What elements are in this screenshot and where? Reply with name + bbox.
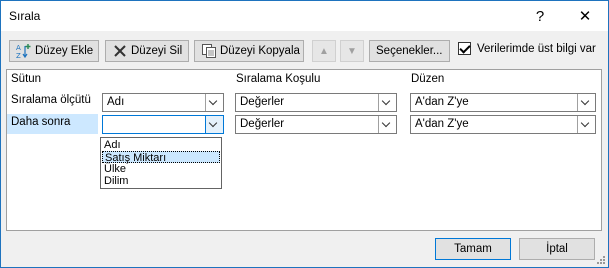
- toolbar: A Z Düzey Ekle Düzeyi Sil Düzeyi Kopyala…: [1, 40, 608, 64]
- ok-button[interactable]: Tamam: [435, 238, 511, 260]
- has-headers-checkbox[interactable]: [458, 42, 471, 55]
- then-by-order-select[interactable]: A'dan Z'ye: [410, 115, 596, 134]
- options-label: Seçenekler...: [376, 45, 443, 57]
- copy-level-icon: [201, 43, 217, 59]
- add-level-label: Düzey Ekle: [35, 45, 94, 57]
- dropdown-option[interactable]: Adı: [102, 139, 220, 151]
- then-by-label: Daha sonra: [11, 116, 71, 128]
- svg-text:A: A: [16, 44, 21, 52]
- cancel-button[interactable]: İptal: [519, 238, 595, 260]
- title-bar: Sırala ? ✕: [1, 1, 608, 31]
- sort-by-label: Sıralama ölçütü: [11, 94, 91, 106]
- add-level-icon: A Z: [16, 43, 32, 60]
- add-level-button[interactable]: A Z Düzey Ekle: [9, 40, 99, 62]
- sort-by-order-select[interactable]: A'dan Z'ye: [410, 93, 596, 112]
- dropdown-option[interactable]: Ülke: [102, 163, 220, 175]
- column-dropdown-list: Adı Satış Miktarı Ülke Dilim: [100, 137, 222, 189]
- sort-by-column-select[interactable]: Adı: [102, 93, 224, 112]
- chevron-down-icon[interactable]: [577, 116, 595, 133]
- dialog-title: Sırala: [9, 9, 41, 23]
- sort-by-order-value: A'dan Z'ye: [415, 96, 469, 108]
- help-button[interactable]: ?: [517, 1, 563, 31]
- sort-by-sorton-select[interactable]: Değerler: [235, 93, 397, 112]
- sort-by-column-value: Adı: [107, 96, 125, 108]
- arrow-up-icon: ▲: [319, 45, 329, 57]
- then-by-sorton-value: Değerler: [240, 118, 285, 130]
- chevron-down-icon[interactable]: [205, 94, 223, 111]
- sort-on-header: Sıralama Koşulu: [236, 73, 321, 85]
- delete-level-label: Düzeyi Sil: [131, 45, 183, 57]
- options-button[interactable]: Seçenekler...: [369, 40, 450, 62]
- has-headers-option[interactable]: Verilerimde üst bilgi var: [458, 42, 596, 55]
- resize-grip-icon[interactable]: [596, 255, 606, 265]
- move-down-button[interactable]: ▼: [340, 40, 364, 62]
- then-by-column-select[interactable]: [102, 115, 224, 134]
- chevron-down-icon[interactable]: [378, 94, 396, 111]
- close-button[interactable]: ✕: [562, 1, 608, 31]
- chevron-down-icon[interactable]: [205, 116, 223, 133]
- has-headers-label: Verilerimde üst bilgi var: [477, 42, 596, 55]
- copy-level-label: Düzeyi Kopyala: [220, 45, 300, 57]
- sort-dialog: Sırala ? ✕ A Z Düzey Ekle Düzeyi Sil Düz…: [0, 0, 609, 268]
- dropdown-option[interactable]: Dilim: [102, 175, 220, 187]
- chevron-down-icon[interactable]: [378, 116, 396, 133]
- sort-levels-grid: Sütun Sıralama Koşulu Düzen Sıralama ölç…: [6, 69, 602, 231]
- arrow-down-icon: ▼: [347, 45, 357, 57]
- dropdown-option-highlighted[interactable]: Satış Miktarı: [102, 151, 220, 164]
- then-by-order-value: A'dan Z'ye: [415, 118, 469, 130]
- delete-level-button[interactable]: Düzeyi Sil: [105, 40, 189, 62]
- chevron-down-icon[interactable]: [577, 94, 595, 111]
- delete-level-icon: [112, 43, 128, 59]
- column-header: Sütun: [11, 73, 42, 85]
- then-by-sorton-select[interactable]: Değerler: [235, 115, 397, 134]
- order-header: Düzen: [411, 73, 445, 85]
- sort-by-sorton-value: Değerler: [240, 96, 285, 108]
- move-up-button[interactable]: ▲: [312, 40, 336, 62]
- copy-level-button[interactable]: Düzeyi Kopyala: [194, 40, 304, 62]
- svg-text:Z: Z: [16, 52, 21, 59]
